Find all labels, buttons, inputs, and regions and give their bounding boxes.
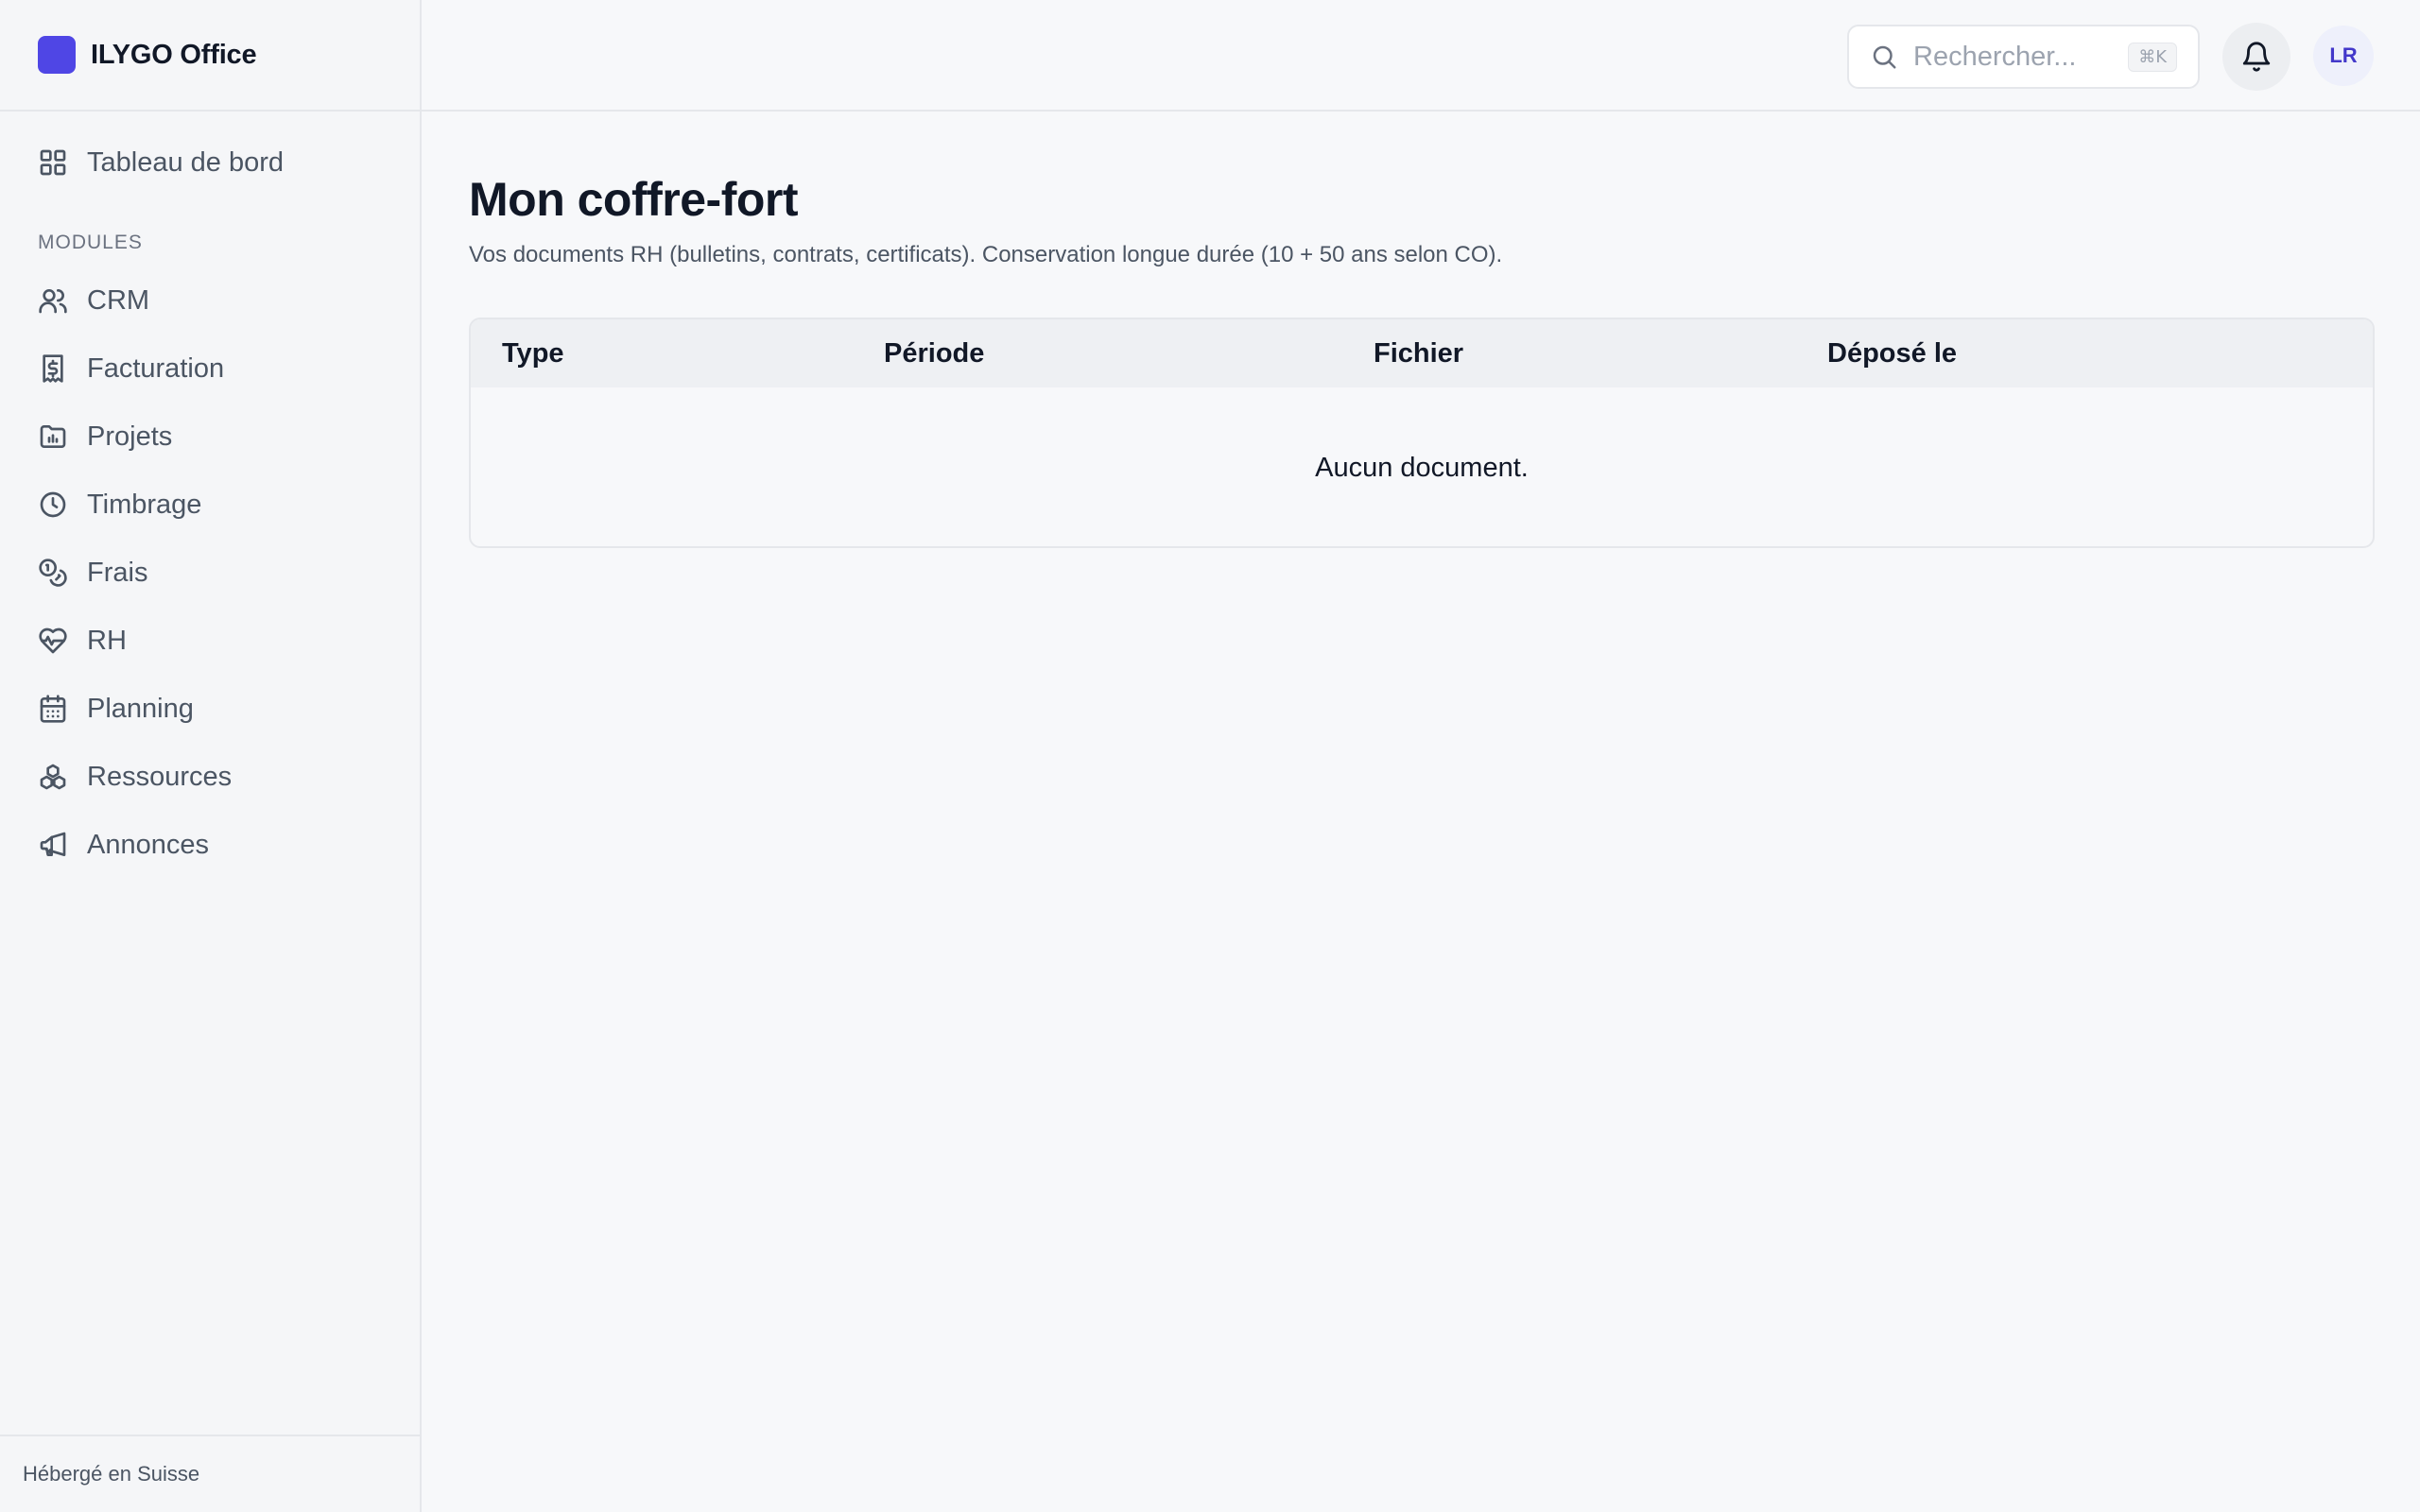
bell-icon [2242,42,2271,72]
notifications-button[interactable] [2222,23,2290,91]
search-box[interactable]: ⌘K [1847,25,2200,89]
sidebar-item-rh[interactable]: RH [38,617,127,664]
sidebar-item-label: Facturation [87,352,225,384]
sidebar-item-label: Annonces [87,829,209,860]
clock-icon [38,490,68,520]
column-header-depose-le[interactable]: Déposé le [1827,319,1957,387]
page-subtitle: Vos documents RH (bulletins, contrats, c… [469,242,1503,267]
coins-icon [38,558,68,588]
sidebar-item-frais[interactable]: Frais [38,549,147,596]
grid-icon [38,147,68,178]
sidebar-item-annonces[interactable]: Annonces [38,821,209,868]
calendar-icon [38,694,68,724]
search-icon [1873,45,1896,69]
folder-chart-icon [38,421,68,452]
column-header-type[interactable]: Type [502,319,564,387]
sidebar-item-label: Ressources [87,761,233,792]
sidebar-item-label: Tableau de bord [87,146,284,178]
table-header: Type Période Fichier Déposé le [471,319,2373,387]
empty-state-message: Aucun document. [1315,452,1529,483]
sidebar: ILYGO Office Tableau de bord MODULES CRM… [0,0,422,1512]
receipt-dollar-icon [38,353,68,384]
brand[interactable]: ILYGO Office [0,0,422,112]
sidebar-item-crm[interactable]: CRM [38,277,149,324]
sidebar-item-label: Timbrage [87,489,202,520]
sidebar-item-dashboard[interactable]: Tableau de bord [38,139,284,186]
boxes-icon [38,762,68,792]
brand-name: ILYGO Office [91,39,257,70]
sidebar-item-label: Projets [87,421,173,452]
sidebar-item-facturation[interactable]: Facturation [38,345,224,392]
sidebar-footer: Hébergé en Suisse [0,1435,422,1512]
column-header-periode[interactable]: Période [884,319,984,387]
heart-pulse-icon [38,626,68,656]
page-title: Mon coffre-fort [469,173,799,226]
user-avatar[interactable]: LR [2313,26,2374,86]
sidebar-item-label: Frais [87,557,148,588]
topbar: ⌘K LR [422,0,2420,112]
documents-table: Type Période Fichier Déposé le Aucun doc… [469,318,2375,548]
brand-logo [38,36,76,74]
search-input[interactable] [1913,41,2121,73]
sidebar-item-ressources[interactable]: Ressources [38,753,232,800]
sidebar-item-label: Planning [87,693,194,724]
sidebar-item-projets[interactable]: Projets [38,413,172,460]
column-header-fichier[interactable]: Fichier [1374,319,1463,387]
sidebar-item-planning[interactable]: Planning [38,685,194,732]
megaphone-icon [38,830,68,860]
modules-section-label: MODULES [38,232,143,253]
sidebar-item-label: CRM [87,284,150,316]
sidebar-item-label: RH [87,625,127,656]
sidebar-item-timbrage[interactable]: Timbrage [38,481,201,528]
search-shortcut-badge: ⌘K [2128,42,2177,72]
users-icon [38,285,68,316]
app-root: ILYGO Office Tableau de bord MODULES CRM… [0,0,2420,1512]
